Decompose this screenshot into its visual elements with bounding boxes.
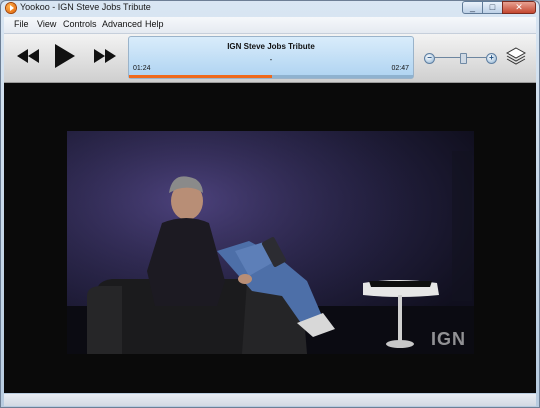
menu-file[interactable]: File (14, 19, 29, 29)
now-playing-panel: IGN Steve Jobs Tribute - 01:24 02:47 (128, 36, 414, 79)
volume-down-button[interactable]: − (424, 53, 435, 64)
play-button[interactable] (53, 43, 77, 69)
seek-progress (129, 75, 272, 78)
track-subtitle: - (269, 55, 273, 64)
menu-bar: File View Controls Advanced Help (4, 17, 536, 34)
volume-control: − + (424, 51, 497, 65)
seek-bar[interactable] (129, 75, 413, 78)
status-bar (4, 394, 536, 406)
menu-help[interactable]: Help (145, 19, 164, 29)
menu-controls[interactable]: Controls (63, 19, 97, 29)
menu-advanced[interactable]: Advanced (102, 19, 142, 29)
window-title: Yookoo - IGN Steve Jobs Tribute (20, 2, 151, 12)
fast-forward-button[interactable] (93, 48, 117, 64)
close-button[interactable]: ✕ (502, 1, 536, 14)
minimize-button[interactable]: _ (462, 1, 483, 14)
playlist-layers-icon[interactable] (506, 47, 526, 65)
volume-up-button[interactable]: + (486, 53, 497, 64)
ign-watermark: IGN (430, 329, 466, 349)
maximize-button[interactable]: □ (482, 1, 503, 14)
app-window: Yookoo - IGN Steve Jobs Tribute _ □ ✕ Fi… (0, 0, 540, 408)
player-toolbar: IGN Steve Jobs Tribute - 01:24 02:47 − + (4, 34, 536, 83)
video-scene-image (67, 131, 474, 354)
video-area[interactable]: IGN (4, 83, 536, 393)
app-logo-icon (6, 3, 16, 13)
video-frame: IGN (67, 131, 474, 354)
volume-slider-thumb[interactable] (459, 53, 467, 64)
rewind-button[interactable] (16, 48, 40, 64)
title-bar[interactable]: Yookoo - IGN Steve Jobs Tribute _ □ ✕ (1, 1, 539, 15)
window-controls: _ □ ✕ (462, 1, 536, 14)
track-title: IGN Steve Jobs Tribute (227, 42, 315, 51)
menu-view[interactable]: View (37, 19, 56, 29)
total-duration: 02:47 (391, 65, 409, 72)
elapsed-time: 01:24 (133, 65, 151, 72)
